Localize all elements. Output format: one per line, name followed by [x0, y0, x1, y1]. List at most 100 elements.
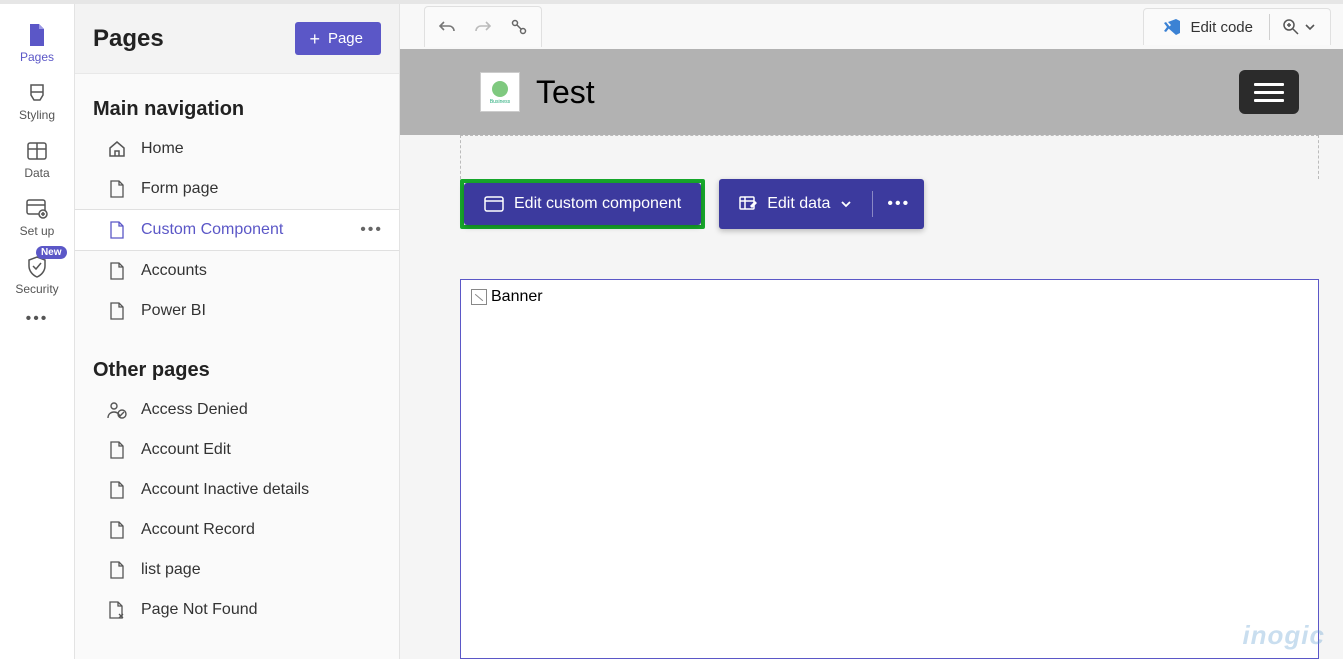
page-section: Edit custom component Edit data •••	[460, 135, 1319, 659]
undo-button[interactable]	[431, 11, 463, 43]
brush-icon	[26, 82, 48, 104]
page-icon	[107, 480, 127, 500]
rail-styling[interactable]: Styling	[0, 72, 75, 130]
nav-item-account-edit[interactable]: Account Edit	[75, 430, 399, 470]
nav-label: Home	[141, 140, 184, 158]
rail-label: Set up	[20, 224, 55, 238]
nav-label: Access Denied	[141, 401, 248, 419]
nav-label: Account Inactive details	[141, 481, 309, 499]
rail-security[interactable]: New Security	[0, 246, 75, 304]
nav-item-form-page[interactable]: Form page	[75, 169, 399, 209]
page-x-icon	[107, 600, 127, 620]
page-icon	[107, 261, 127, 281]
edit-data-button[interactable]: Edit data	[719, 183, 872, 225]
rail-label: Styling	[19, 108, 55, 122]
page-icon	[107, 560, 127, 580]
nav-label: Custom Component	[141, 221, 283, 239]
cmdbar-right: Edit code	[1143, 8, 1331, 45]
left-rail: Pages Styling Data Set up New Security	[0, 4, 75, 659]
nav-item-not-found[interactable]: Page Not Found	[75, 590, 399, 630]
panel-header: Pages + Page	[75, 4, 399, 74]
component-more-button[interactable]: •••	[873, 183, 924, 225]
nav-item-account-inactive[interactable]: Account Inactive details	[75, 470, 399, 510]
divider	[1269, 14, 1270, 40]
watermark: inogic	[1242, 620, 1325, 651]
plus-icon: +	[309, 32, 320, 46]
new-page-label: Page	[328, 30, 363, 47]
svg-text:Business: Business	[490, 99, 511, 105]
preview: Business Test Edit custom component	[400, 49, 1343, 659]
site-title: Test	[536, 74, 595, 111]
nav-item-power-bi[interactable]: Power BI	[75, 291, 399, 331]
panel-body: Main navigation Home Form page Custom Co…	[75, 74, 399, 659]
component-icon	[484, 196, 504, 212]
rail-setup[interactable]: Set up	[0, 188, 75, 246]
other-pages-list: Access Denied Account Edit Account Inact…	[75, 390, 399, 630]
more-icon: •••	[887, 195, 910, 213]
new-badge: New	[36, 246, 67, 259]
page-icon	[107, 440, 127, 460]
home-icon	[107, 139, 127, 159]
edit-custom-component-button[interactable]: Edit custom component	[464, 183, 701, 225]
new-page-button[interactable]: + Page	[295, 22, 381, 55]
edit-component-label: Edit custom component	[514, 195, 681, 213]
rail-label: Security	[15, 282, 58, 296]
rail-label: Pages	[20, 50, 54, 64]
section-other-pages: Other pages	[75, 353, 399, 390]
page-icon	[107, 301, 127, 321]
rail-label: Data	[24, 166, 49, 180]
component-toolbar: Edit custom component Edit data •••	[460, 179, 924, 229]
highlight-edit-component: Edit custom component	[460, 179, 705, 229]
nav-item-home[interactable]: Home	[75, 129, 399, 169]
nav-label: Power BI	[141, 302, 206, 320]
history-group	[424, 6, 542, 47]
user-deny-icon	[107, 400, 127, 420]
rail-pages[interactable]: Pages	[0, 14, 75, 72]
page-icon	[107, 220, 127, 240]
redo-button[interactable]	[467, 11, 499, 43]
nav-item-accounts[interactable]: Accounts	[75, 251, 399, 291]
zoom-icon	[1282, 18, 1300, 36]
section-main-nav: Main navigation	[75, 92, 399, 129]
nav-label: Page Not Found	[141, 601, 258, 619]
broken-image: Banner	[471, 288, 543, 306]
pages-panel: Pages + Page Main navigation Home Form p…	[75, 4, 400, 659]
nav-item-custom-component[interactable]: Custom Component •••	[75, 209, 399, 251]
image-alt-text: Banner	[491, 288, 543, 306]
edit-data-label: Edit data	[767, 195, 830, 213]
hamburger-menu[interactable]	[1239, 70, 1299, 114]
site-header: Business Test	[400, 49, 1343, 135]
rail-data[interactable]: Data	[0, 130, 75, 188]
chevron-down-icon	[1304, 21, 1316, 33]
custom-component-frame[interactable]: Banner	[460, 279, 1319, 659]
page-icon	[107, 520, 127, 540]
command-bar: Edit code	[400, 4, 1343, 49]
table-icon	[26, 140, 48, 162]
page-icon	[107, 179, 127, 199]
link-button[interactable]	[503, 11, 535, 43]
nav-label: Account Edit	[141, 441, 231, 459]
edit-code-label: Edit code	[1190, 19, 1253, 36]
rail-more[interactable]: •••	[26, 310, 49, 328]
table-edit-icon	[739, 196, 757, 212]
nav-label: Form page	[141, 180, 218, 198]
setup-icon	[26, 198, 48, 220]
site-logo: Business	[480, 72, 520, 112]
nav-item-more[interactable]: •••	[360, 221, 383, 239]
nav-item-access-denied[interactable]: Access Denied	[75, 390, 399, 430]
nav-label: Accounts	[141, 262, 207, 280]
chevron-down-icon	[840, 198, 852, 210]
broken-image-icon	[471, 289, 487, 305]
zoom-control[interactable]	[1276, 18, 1322, 36]
nav-item-list-page[interactable]: list page	[75, 550, 399, 590]
main-nav-list: Home Form page Custom Component ••• Acco…	[75, 129, 399, 331]
vscode-icon	[1162, 17, 1182, 37]
canvas-area: Edit code Business Test	[400, 4, 1343, 659]
panel-title: Pages	[93, 25, 164, 53]
nav-label: Account Record	[141, 521, 255, 539]
nav-label: list page	[141, 561, 201, 579]
page-icon	[26, 24, 48, 46]
nav-item-account-record[interactable]: Account Record	[75, 510, 399, 550]
edit-code-button[interactable]: Edit code	[1152, 13, 1263, 41]
shield-icon	[26, 256, 48, 278]
